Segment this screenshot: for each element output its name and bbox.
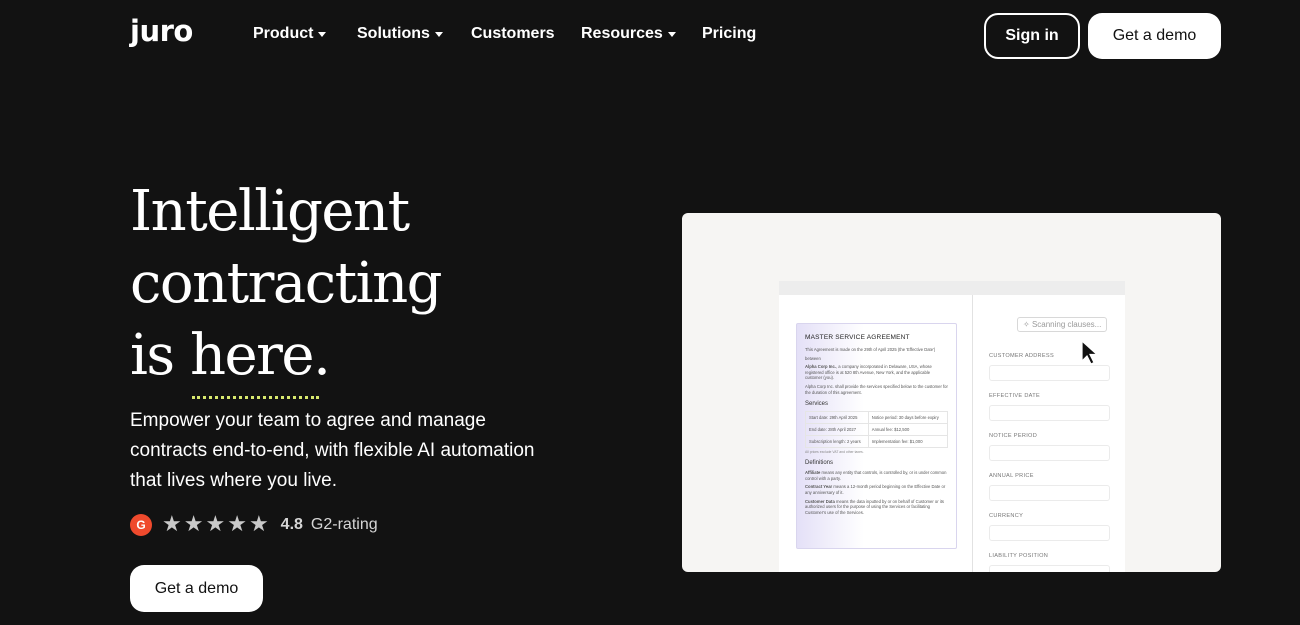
- get-demo-button-hero[interactable]: Get a demo: [130, 565, 263, 612]
- liability-position-input[interactable]: [989, 565, 1110, 572]
- scanning-status: ✧ Scanning clauses...: [1017, 317, 1108, 332]
- field-label: EFFECTIVE DATE: [989, 393, 1041, 399]
- app-window: MASTER SERVICE AGREEMENT This Agreement …: [779, 281, 1125, 572]
- table-cell: End date: 28th April 2027: [805, 423, 869, 437]
- effective-date-input[interactable]: [989, 405, 1110, 421]
- table-cell: Annual fee: $12,500: [867, 423, 949, 437]
- star-icon: ★: [205, 512, 226, 537]
- headline-suffix: .: [313, 323, 331, 388]
- doc-definitions-heading: Definitions: [805, 460, 834, 467]
- headline-line-1: Intelligent: [130, 179, 410, 244]
- rating-value: 4.8: [280, 516, 303, 533]
- chevron-down-icon: [667, 31, 676, 37]
- star-icon: ★: [162, 512, 182, 537]
- rating-stars: ★ ★ ★ ★ ★: [162, 514, 271, 536]
- annual-price-input[interactable]: [989, 485, 1110, 501]
- contract-document: MASTER SERVICE AGREEMENT This Agreement …: [796, 323, 957, 549]
- scanning-label: Scanning clauses...: [1031, 320, 1102, 329]
- star-icon: ★: [248, 512, 269, 537]
- nav-resources[interactable]: Resources: [581, 25, 676, 43]
- star-icon: ★: [183, 512, 204, 537]
- rating-label: G2-rating: [310, 516, 378, 533]
- field-notice-period[interactable]: NOTICE PERIOD: [989, 433, 1110, 461]
- field-label: ANNUAL PRICE: [989, 473, 1034, 479]
- hero-subtext: Empower your team to agree and manage co…: [130, 410, 535, 491]
- chevron-down-icon: [318, 31, 327, 37]
- sparkle-icon: ✧: [1023, 320, 1032, 329]
- doc-title: MASTER SERVICE AGREEMENT: [805, 334, 910, 341]
- field-label: CURRENCY: [989, 513, 1024, 519]
- table-note: All prices exclude VAT and other taxes.: [805, 450, 864, 455]
- currency-input[interactable]: [989, 525, 1110, 541]
- nav-solutions-label: Solutions: [357, 25, 430, 42]
- table-cell: Start date: 29th April 2025: [805, 411, 869, 425]
- nav-pricing-label: Pricing: [702, 25, 757, 42]
- definition-term: Customer Data: [805, 498, 835, 504]
- nav-pricing[interactable]: Pricing: [702, 25, 756, 43]
- table-row: Subscription length: 2 years Implementat…: [805, 435, 949, 449]
- definition-term: Contract Year: [805, 484, 833, 490]
- nav-product-label: Product: [253, 25, 314, 42]
- table-cell: Subscription length: 2 years: [805, 435, 869, 449]
- g2-rating: G ★ ★ ★ ★ ★ 4.8 G2-rating: [130, 514, 378, 536]
- field-label: NOTICE PERIOD: [989, 433, 1038, 439]
- field-label: LIABILITY POSITION: [989, 553, 1049, 559]
- product-preview: MASTER SERVICE AGREEMENT This Agreement …: [682, 213, 1221, 572]
- nav-product[interactable]: Product: [253, 25, 327, 43]
- table-cell: Implementation fee: $1,000: [867, 435, 949, 449]
- juro-logo[interactable]: juro: [130, 14, 193, 48]
- field-annual-price[interactable]: ANNUAL PRICE: [989, 473, 1110, 501]
- doc-between: between: [805, 355, 821, 361]
- services-table: Start date: 29th April 2025 Notice perio…: [805, 411, 949, 449]
- nav-customers-label: Customers: [471, 25, 555, 42]
- doc-party-1: Alpha Corp Inc., a company incorporated …: [805, 364, 948, 381]
- table-cell: Notice period: 30 days before expiry: [867, 411, 949, 425]
- doc-party-1-name: Alpha Corp Inc.: [805, 364, 836, 370]
- nav-resources-label: Resources: [581, 25, 663, 42]
- table-row: End date: 28th April 2027 Annual fee: $1…: [805, 423, 949, 437]
- definition-item: Customer Data means the data inputted by…: [805, 499, 948, 516]
- headline-line-3: is here.: [130, 320, 441, 399]
- table-row: Start date: 29th April 2025 Notice perio…: [805, 411, 949, 425]
- hero-headline: Intelligent contracting is here.: [130, 176, 443, 399]
- definition-term: Affiliate: [805, 470, 821, 476]
- field-label: CUSTOMER ADDRESS: [989, 353, 1054, 359]
- field-effective-date[interactable]: EFFECTIVE DATE: [989, 393, 1110, 421]
- field-currency[interactable]: CURRENCY: [989, 513, 1110, 541]
- star-icon: ★: [227, 512, 247, 537]
- get-demo-button-header[interactable]: Get a demo: [1088, 13, 1221, 59]
- headline-highlight-word: here: [190, 320, 320, 399]
- doc-party-2: Alpha Corp Inc. shall provide the servic…: [805, 383, 948, 395]
- headline-line-2: contracting: [130, 251, 443, 316]
- notice-period-input[interactable]: [989, 445, 1110, 461]
- nav-customers[interactable]: Customers: [471, 25, 555, 43]
- chevron-down-icon: [434, 31, 443, 37]
- doc-intro: This Agreement is made on the 29th of Ap…: [805, 347, 936, 352]
- g2-logo-icon: G: [130, 514, 152, 536]
- customer-address-input[interactable]: [989, 365, 1110, 381]
- definition-item: Contract Year means a 12-month period be…: [805, 484, 948, 495]
- field-liability-position[interactable]: LIABILITY POSITION: [989, 553, 1110, 572]
- app-toolbar: [779, 281, 1125, 295]
- nav-solutions[interactable]: Solutions: [357, 25, 443, 43]
- doc-services-heading: Services: [805, 401, 829, 408]
- panel-divider: [972, 295, 973, 572]
- definition-item: Affiliate means any entity that controls…: [805, 470, 948, 481]
- headline-prefix: is: [130, 323, 190, 388]
- definition-text: means any entity that controls, is contr…: [805, 470, 947, 481]
- field-customer-address[interactable]: CUSTOMER ADDRESS: [989, 353, 1110, 381]
- sign-in-button[interactable]: Sign in: [984, 13, 1080, 59]
